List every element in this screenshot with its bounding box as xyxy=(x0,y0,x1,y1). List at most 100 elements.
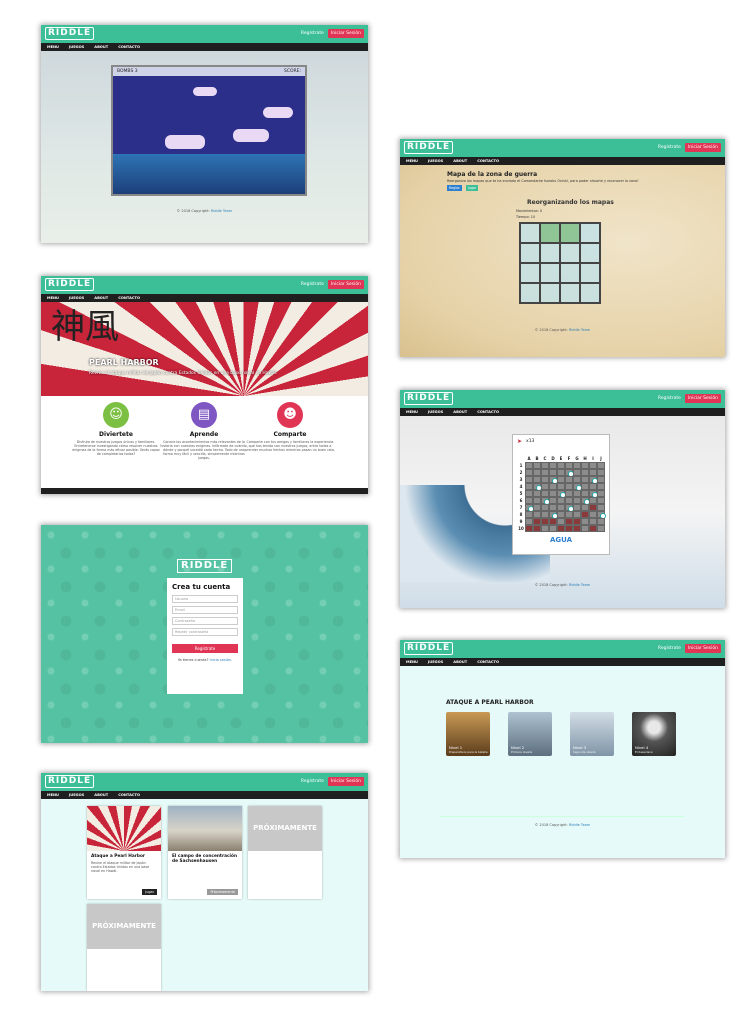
grid-cell[interactable] xyxy=(525,469,533,476)
grid-cell[interactable] xyxy=(557,469,565,476)
nav-menu[interactable]: MENU xyxy=(47,296,59,300)
grid-cell[interactable] xyxy=(549,483,557,490)
riddle-logo[interactable]: RIDDLE xyxy=(404,141,454,154)
puzzle-tile[interactable] xyxy=(520,283,540,303)
nav-menu[interactable]: MENU xyxy=(47,45,59,49)
login-button[interactable]: Iniciar Sesión xyxy=(684,394,721,403)
grid-cell[interactable] xyxy=(565,462,573,469)
nav-contacto[interactable]: CONTACTO xyxy=(118,296,140,300)
register-link[interactable]: Regístrate xyxy=(301,31,324,36)
level-card-3[interactable]: Nivel 3 Segunda oleada xyxy=(570,712,614,756)
nav-juegos[interactable]: JUEGOS xyxy=(69,793,84,797)
grid-cell[interactable] xyxy=(581,469,589,476)
grid-cell[interactable] xyxy=(581,497,590,505)
grid-cell[interactable] xyxy=(533,462,541,469)
grid-cell[interactable] xyxy=(589,483,597,490)
grid-cell[interactable] xyxy=(565,476,573,483)
grid-cell[interactable] xyxy=(525,511,533,518)
login-button[interactable]: Iniciar Sesión xyxy=(327,29,364,38)
game-card-pearl-harbor[interactable]: Ataque a Pearl Harbor Revive el ataque m… xyxy=(87,806,161,899)
grid-cell[interactable] xyxy=(533,469,541,476)
login-button[interactable]: Iniciar Sesión xyxy=(327,280,364,289)
nav-contacto[interactable]: CONTACTO xyxy=(477,410,499,414)
grid-cell[interactable] xyxy=(549,497,557,504)
riddle-logo[interactable]: RIDDLE xyxy=(404,642,454,655)
riddle-logo[interactable]: RIDDLE xyxy=(404,392,454,405)
grid-cell[interactable] xyxy=(573,483,582,491)
rules-button[interactable]: Reglas xyxy=(447,185,462,191)
grid-cell[interactable] xyxy=(525,476,533,483)
grid-cell[interactable] xyxy=(573,525,581,532)
grid-cell[interactable] xyxy=(597,511,606,519)
grid-cell[interactable] xyxy=(549,476,558,484)
grid-cell[interactable] xyxy=(589,490,598,498)
login-button[interactable]: Iniciar Sesión xyxy=(684,644,721,653)
grid-cell[interactable] xyxy=(589,462,597,469)
game-canvas[interactable]: BOMBS 3 SCORE: xyxy=(111,65,307,196)
nav-about[interactable]: ABOUT xyxy=(94,45,108,49)
grid-cell[interactable] xyxy=(549,518,557,525)
puzzle-tile[interactable] xyxy=(520,243,540,263)
puzzle-tile[interactable] xyxy=(580,243,600,263)
grid-cell[interactable] xyxy=(565,525,573,532)
grid-cell[interactable] xyxy=(541,490,549,497)
grid-cell[interactable] xyxy=(565,518,573,525)
grid-cell[interactable] xyxy=(533,497,541,504)
grid-cell[interactable] xyxy=(541,497,550,505)
grid-cell[interactable] xyxy=(565,497,573,504)
nav-about[interactable]: ABOUT xyxy=(94,296,108,300)
grid-cell[interactable] xyxy=(597,525,605,532)
grid-cell[interactable] xyxy=(541,469,549,476)
grid-cell[interactable] xyxy=(541,476,549,483)
grid-cell[interactable] xyxy=(557,483,565,490)
nav-juegos[interactable]: JUEGOS xyxy=(69,296,84,300)
grid-cell[interactable] xyxy=(533,504,541,511)
grid-cell[interactable] xyxy=(573,504,581,511)
grid-cell[interactable] xyxy=(597,518,605,525)
grid-cell[interactable] xyxy=(533,476,541,483)
email-field[interactable]: Email xyxy=(172,606,238,614)
grid-cell[interactable] xyxy=(581,511,589,518)
riddle-logo[interactable]: RIDDLE xyxy=(45,278,95,291)
repeat-password-field[interactable]: Repetir contraseña xyxy=(172,628,238,636)
grid-cell[interactable] xyxy=(597,462,605,469)
grid-cell[interactable] xyxy=(581,462,589,469)
grid-cell[interactable] xyxy=(525,525,533,532)
riddle-logo[interactable]: RIDDLE xyxy=(45,27,95,40)
register-link[interactable]: Regístrate xyxy=(301,779,324,784)
grid-cell[interactable] xyxy=(549,462,557,469)
puzzle-tile[interactable] xyxy=(560,283,580,303)
battleship-grid[interactable]: A B C D E F G H I J 1 2 3 4 5 6 7 8 9 10 xyxy=(517,455,606,532)
grid-cell[interactable] xyxy=(541,518,549,525)
grid-cell[interactable] xyxy=(565,483,573,490)
puzzle-tile[interactable] xyxy=(520,223,540,243)
puzzle-tile[interactable] xyxy=(540,263,560,283)
grid-cell[interactable] xyxy=(597,504,605,511)
nav-menu[interactable]: MENU xyxy=(47,793,59,797)
nav-contacto[interactable]: CONTACTO xyxy=(118,793,140,797)
riddle-logo[interactable]: RIDDLE xyxy=(177,559,233,573)
nav-contacto[interactable]: CONTACTO xyxy=(477,159,499,163)
puzzle-tile[interactable] xyxy=(520,263,540,283)
puzzle-tile[interactable] xyxy=(560,223,580,243)
nav-contacto[interactable]: CONTACTO xyxy=(477,660,499,664)
riddle-logo[interactable]: RIDDLE xyxy=(45,775,95,788)
grid-cell[interactable] xyxy=(541,504,549,511)
grid-cell[interactable] xyxy=(525,518,533,525)
puzzle-tile[interactable] xyxy=(560,243,580,263)
level-card-2[interactable]: Nivel 2 Primera oleada xyxy=(508,712,552,756)
grid-cell[interactable] xyxy=(549,504,557,511)
grid-cell[interactable] xyxy=(557,490,566,498)
grid-cell[interactable] xyxy=(597,490,605,497)
grid-cell[interactable] xyxy=(557,462,565,469)
nav-about[interactable]: ABOUT xyxy=(453,159,467,163)
grid-cell[interactable] xyxy=(573,518,581,525)
footer-link[interactable]: Riddle Team xyxy=(569,583,590,587)
puzzle-tile[interactable] xyxy=(540,283,560,303)
footer-link[interactable]: Riddle Team xyxy=(569,823,590,827)
grid-cell[interactable] xyxy=(581,525,589,532)
grid-cell[interactable] xyxy=(589,511,597,518)
login-button[interactable]: Iniciar Sesión xyxy=(684,143,721,152)
level-card-4[interactable]: Nivel 4 El desenlace xyxy=(632,712,676,756)
puzzle-tile[interactable] xyxy=(540,243,560,263)
